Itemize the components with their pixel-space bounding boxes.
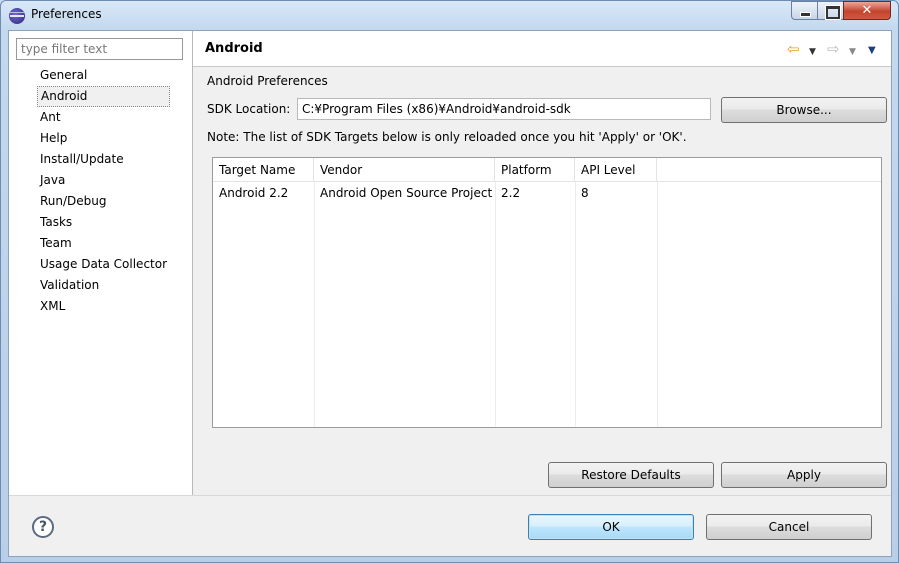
cancel-button[interactable]: Cancel xyxy=(706,514,872,540)
column-divider xyxy=(314,182,315,427)
preference-tree: General Android Ant Help Install/Update … xyxy=(37,65,171,317)
cell-platform[interactable]: 2.2 xyxy=(495,182,575,204)
column-header-api-level[interactable]: API Level xyxy=(575,158,657,182)
preferences-window: Preferences ✕ General Android Ant Help I… xyxy=(0,0,899,563)
page-header: Android ⇦ ▼ ⇨ ▼ ▼ xyxy=(193,31,891,67)
maximize-button[interactable] xyxy=(817,1,844,20)
column-divider xyxy=(495,182,496,427)
close-button[interactable]: ✕ xyxy=(843,1,891,20)
column-header-target-name[interactable]: Target Name xyxy=(213,158,314,182)
section-label: Android Preferences xyxy=(207,74,328,88)
dialog-client-area: General Android Ant Help Install/Update … xyxy=(8,30,892,557)
cell-target-name[interactable]: Android 2.2 xyxy=(213,182,314,204)
filter-input[interactable] xyxy=(16,38,183,60)
tree-item-usage-data-collector[interactable]: Usage Data Collector xyxy=(37,254,170,275)
ok-button[interactable]: OK xyxy=(528,514,694,540)
tree-item-xml[interactable]: XML xyxy=(37,296,170,317)
column-header-platform[interactable]: Platform xyxy=(495,158,575,182)
sdk-location-label: SDK Location: xyxy=(207,102,291,116)
column-divider xyxy=(657,182,658,427)
back-arrow-icon[interactable]: ⇦ xyxy=(787,41,800,57)
eclipse-icon xyxy=(9,8,25,24)
tree-item-run-debug[interactable]: Run/Debug xyxy=(37,191,170,212)
sdk-targets-table[interactable]: Target Name Vendor Platform API Level An… xyxy=(212,157,882,428)
column-divider xyxy=(575,182,576,427)
apply-button[interactable]: Apply xyxy=(721,462,887,488)
close-icon: ✕ xyxy=(861,3,873,18)
tree-item-tasks[interactable]: Tasks xyxy=(37,212,170,233)
help-icon[interactable]: ? xyxy=(32,516,54,538)
forward-arrow-icon[interactable]: ⇨ xyxy=(827,41,840,57)
tree-item-java[interactable]: Java xyxy=(37,170,170,191)
tree-item-validation[interactable]: Validation xyxy=(37,275,170,296)
window-title: Preferences xyxy=(31,7,102,21)
tree-item-ant[interactable]: Ant xyxy=(37,107,170,128)
minimize-button[interactable] xyxy=(791,1,818,20)
browse-button[interactable]: Browse... xyxy=(721,97,887,123)
preference-page: Android ⇦ ▼ ⇨ ▼ ▼ Android Preferences SD… xyxy=(193,31,891,495)
button-bar-separator xyxy=(9,495,891,496)
restore-defaults-button[interactable]: Restore Defaults xyxy=(548,462,714,488)
tree-item-help[interactable]: Help xyxy=(37,128,170,149)
view-menu-icon[interactable]: ▼ xyxy=(868,43,876,59)
title-bar[interactable]: Preferences ✕ xyxy=(1,1,898,29)
tree-item-android[interactable]: Android xyxy=(37,86,171,107)
back-history-dropdown-icon[interactable]: ▼ xyxy=(809,44,816,60)
tree-item-install-update[interactable]: Install/Update xyxy=(37,149,170,170)
table-header: Target Name Vendor Platform API Level xyxy=(213,158,881,182)
tree-item-team[interactable]: Team xyxy=(37,233,170,254)
forward-history-dropdown-icon[interactable]: ▼ xyxy=(849,44,856,60)
tree-item-general[interactable]: General xyxy=(37,65,170,86)
page-title: Android xyxy=(205,41,263,56)
cell-api-level[interactable]: 8 xyxy=(575,182,657,204)
cell-vendor[interactable]: Android Open Source Project xyxy=(314,182,495,204)
sdk-location-input[interactable] xyxy=(297,98,711,120)
column-header-vendor[interactable]: Vendor xyxy=(314,158,495,182)
preference-tree-pane: General Android Ant Help Install/Update … xyxy=(9,31,193,495)
sdk-targets-note: Note: The list of SDK Targets below is o… xyxy=(207,130,687,144)
